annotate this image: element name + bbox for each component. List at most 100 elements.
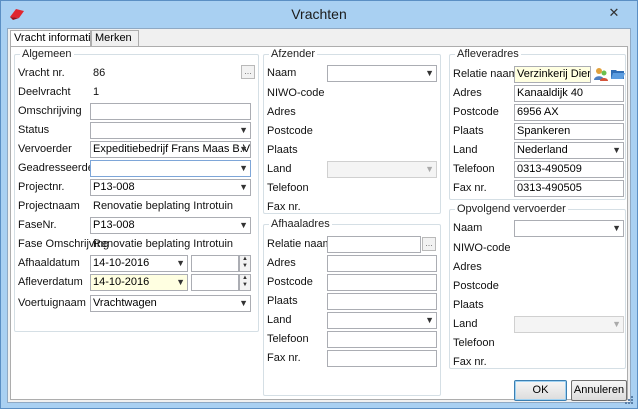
label-geadresseerde: Geadresseerde: [18, 162, 94, 174]
chevron-down-icon: ▼: [176, 258, 185, 268]
vracht-nr-browse-button[interactable]: ...: [241, 65, 255, 79]
label-opvolgend-postcode: Postcode: [453, 280, 499, 292]
folder-open-icon[interactable]: [610, 66, 626, 82]
group-afleveradres: Afleveradres Relatie naam Verzinkerij Di…: [449, 48, 626, 200]
close-button[interactable]: ✕: [596, 3, 632, 23]
afhaaldatum-picker[interactable]: 14-10-2016 ▼: [90, 255, 188, 272]
label-opvolgend-fax: Fax nr.: [453, 356, 487, 368]
afzender-land-select[interactable]: ▼: [327, 161, 437, 178]
chevron-down-icon: ▼: [425, 68, 434, 78]
label-afhaal-telefoon: Telefoon: [267, 333, 309, 345]
status-select[interactable]: ▼: [90, 122, 251, 139]
afhaal-land-select[interactable]: ▼: [327, 312, 437, 329]
label-aflever-plaats: Plaats: [453, 125, 484, 137]
aflever-telefoon-input[interactable]: 0313-490509: [514, 161, 624, 178]
spin-up-icon[interactable]: ▲: [240, 256, 250, 263]
label-opvolgend-telefoon: Telefoon: [453, 337, 495, 349]
afhaal-relatie-input[interactable]: [327, 236, 421, 253]
chevron-down-icon: ▼: [612, 223, 621, 233]
group-title-afleveradres: Afleveradres: [455, 48, 521, 60]
group-title-algemeen: Algemeen: [20, 48, 74, 60]
label-vervoerder: Vervoerder: [18, 143, 72, 155]
ellipsis-icon: ...: [244, 66, 252, 76]
label-opvolgend-adres: Adres: [453, 261, 482, 273]
chevron-down-icon: ▼: [176, 277, 185, 287]
resize-grip-icon[interactable]: [624, 395, 634, 405]
group-title-afhaaladres: Afhaaladres: [269, 218, 332, 230]
projectnr-select[interactable]: P13-008 ▼: [90, 179, 251, 196]
label-afhaal-fax: Fax nr.: [267, 352, 301, 364]
afhaal-fax-input[interactable]: [327, 350, 437, 367]
label-status: Status: [18, 124, 50, 136]
value-projectnaam: Renovatie beplating Introtuin: [93, 200, 234, 212]
label-aflever-telefoon: Telefoon: [453, 163, 495, 175]
spin-up-icon[interactable]: ▲: [240, 275, 250, 282]
label-opvolgend-plaats: Plaats: [453, 299, 484, 311]
vervoerder-select[interactable]: Expeditiebedrijf Frans Maas B.V. ▼: [90, 141, 251, 158]
fasenr-select[interactable]: P13-008 ▼: [90, 217, 251, 234]
label-aflever-land: Land: [453, 144, 478, 156]
relation-lookup-icon[interactable]: [593, 66, 609, 82]
afhaaltijd-spinner[interactable]: ▲ ▼: [239, 255, 251, 272]
label-opvolgend-land: Land: [453, 318, 478, 330]
tab-vracht-informatie[interactable]: Vracht informatie: [10, 30, 97, 47]
aflevertijd-spinner[interactable]: ▲ ▼: [239, 274, 251, 291]
value-vracht-nr: 86: [93, 67, 106, 79]
aflever-land-select[interactable]: Nederland ▼: [514, 142, 624, 159]
aflever-adres-input[interactable]: Kanaaldijk 40: [514, 85, 624, 102]
chevron-down-icon: ▼: [239, 298, 248, 308]
omschrijving-input[interactable]: [90, 103, 251, 120]
label-afzender-postcode: Postcode: [267, 125, 313, 137]
voertuignaam-select[interactable]: Vrachtwagen ▼: [90, 295, 251, 312]
label-aflever-postcode: Postcode: [453, 106, 499, 118]
afhaal-telefoon-input[interactable]: [327, 331, 437, 348]
label-vracht-nr: Vracht nr.: [18, 67, 65, 79]
aflever-plaats-input[interactable]: Spankeren: [514, 123, 624, 140]
chevron-down-icon: ▼: [239, 125, 248, 135]
aflevertijd-input[interactable]: [191, 274, 239, 291]
aflever-postcode-input[interactable]: 6956 AX: [514, 104, 624, 121]
tab-panel-vracht-informatie: Algemeen Vracht nr. 86 ... Deelvracht 1 …: [10, 46, 628, 401]
dialog-client: Vracht informatie Merken Algemeen Vracht…: [7, 28, 631, 403]
spin-down-icon[interactable]: ▼: [240, 282, 250, 289]
chevron-down-icon: ▼: [239, 220, 248, 230]
afhaal-relatie-browse-button[interactable]: ...: [422, 237, 436, 251]
afleverdatum-picker[interactable]: 14-10-2016 ▼: [90, 274, 188, 291]
geadresseerde-select[interactable]: ▼: [90, 160, 251, 177]
value-deelvracht: 1: [93, 86, 100, 98]
label-afhaal-adres: Adres: [267, 257, 296, 269]
ok-button[interactable]: OK: [514, 380, 567, 401]
group-opvolgend-vervoerder: Opvolgend vervoerder Naam ▼ NIWO-code Ad…: [449, 203, 626, 369]
label-afhaaldatum: Afhaaldatum: [18, 257, 80, 269]
opvolgend-land-select[interactable]: ▼: [514, 316, 624, 333]
ellipsis-icon: ...: [425, 238, 433, 248]
label-voertuignaam: Voertuignaam: [18, 297, 86, 309]
tab-merken[interactable]: Merken: [91, 30, 139, 46]
value-fase-omschrijving: Renovatie beplating Introtuin: [93, 238, 234, 250]
label-afzender-adres: Adres: [267, 106, 296, 118]
chevron-down-icon: ▼: [239, 144, 248, 154]
label-afzender-plaats: Plaats: [267, 144, 298, 156]
aflever-relatie-input[interactable]: Verzinkerij Dieren B: [514, 66, 591, 83]
label-afhaal-plaats: Plaats: [267, 295, 298, 307]
opvolgend-naam-select[interactable]: ▼: [514, 220, 624, 237]
afhaal-postcode-input[interactable]: [327, 274, 437, 291]
label-afhaal-relatie: Relatie naam: [267, 238, 332, 250]
label-aflever-adres: Adres: [453, 87, 482, 99]
label-afzender-niwo: NIWO-code: [267, 87, 325, 99]
label-afhaal-postcode: Postcode: [267, 276, 313, 288]
window-title: Vrachten: [291, 6, 347, 22]
afzender-naam-select[interactable]: ▼: [327, 65, 437, 82]
chevron-down-icon: ▼: [612, 145, 621, 155]
title-bar[interactable]: Vrachten ✕: [1, 1, 637, 27]
aflever-fax-input[interactable]: 0313-490505: [514, 180, 624, 197]
label-omschrijving: Omschrijving: [18, 105, 82, 117]
spin-down-icon[interactable]: ▼: [240, 263, 250, 270]
label-afzender-telefoon: Telefoon: [267, 182, 309, 194]
afhaal-plaats-input[interactable]: [327, 293, 437, 310]
group-afzender: Afzender Naam ▼ NIWO-code Adres Postcode…: [263, 48, 441, 214]
cancel-button[interactable]: Annuleren: [571, 380, 627, 401]
afhaal-adres-input[interactable]: [327, 255, 437, 272]
label-afzender-fax: Fax nr.: [267, 201, 301, 213]
afhaaltijd-input[interactable]: [191, 255, 239, 272]
